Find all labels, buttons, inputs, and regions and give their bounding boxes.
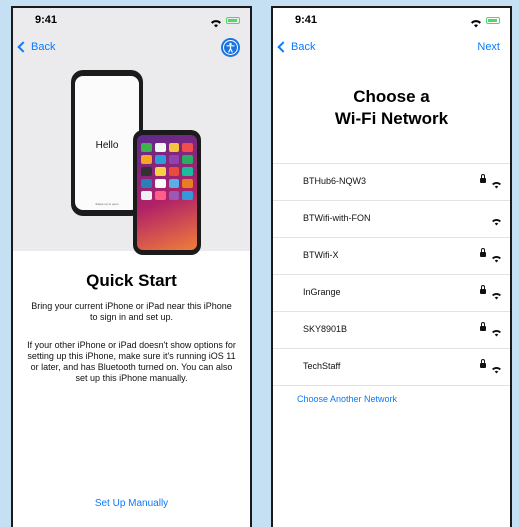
network-name: BTWifi-X xyxy=(303,250,339,260)
battery-icon xyxy=(226,17,240,24)
wifi-signal-icon xyxy=(491,324,502,342)
network-row[interactable]: BTWifi-X xyxy=(273,237,510,274)
back-button[interactable]: Back xyxy=(277,41,316,53)
instruction-text: Bring your current iPhone or iPad near t… xyxy=(31,301,232,322)
lock-icon xyxy=(480,322,486,331)
status-time: 9:41 xyxy=(295,14,318,26)
network-name: InGrange xyxy=(303,287,341,297)
wifi-signal-icon xyxy=(491,213,502,231)
lock-icon xyxy=(480,174,486,183)
hero-swipe-text: Swipe up to open xyxy=(95,202,119,206)
network-name: BTWifi-with-FON xyxy=(303,213,371,223)
lock-icon xyxy=(480,248,486,257)
status-bar: 9:41 xyxy=(273,8,510,34)
network-row[interactable]: SKY8901B xyxy=(273,311,510,348)
network-row[interactable]: InGrange xyxy=(273,274,510,311)
iphone-illustration-front xyxy=(133,130,201,255)
status-bar: 9:41 xyxy=(13,8,250,34)
network-row[interactable]: BTHub6-NQW3 xyxy=(273,163,510,200)
page-title-line1: Choose a xyxy=(353,87,430,106)
page-title: Choose a Wi-Fi Network xyxy=(273,86,510,130)
back-label: Back xyxy=(31,41,56,53)
wifi-signal-icon xyxy=(491,361,502,379)
accessibility-icon[interactable] xyxy=(221,38,240,57)
chevron-left-icon xyxy=(277,41,289,53)
network-name: BTHub6-NQW3 xyxy=(303,176,367,186)
nav-bar: Back Next xyxy=(273,38,510,58)
network-name: SKY8901B xyxy=(303,324,348,334)
back-label: Back xyxy=(291,41,316,53)
quick-start-screen: Hello Swipe up to open 9:41 Back Quick S… xyxy=(11,6,252,527)
hero-hello-text: Hello xyxy=(95,140,119,151)
page-title-line2: Wi-Fi Network xyxy=(334,109,449,128)
network-row[interactable]: BTWifi-with-FON xyxy=(273,200,510,237)
network-name: TechStaff xyxy=(303,361,341,371)
nav-bar: Back xyxy=(13,38,250,58)
next-button[interactable]: Next xyxy=(477,41,500,53)
back-button[interactable]: Back xyxy=(17,41,56,53)
wifi-signal-icon xyxy=(491,287,502,305)
choose-another-network-link[interactable]: Choose Another Network xyxy=(297,394,397,404)
home-screen-apps xyxy=(141,143,193,200)
chevron-left-icon xyxy=(17,41,29,53)
set-up-manually-button[interactable]: Set Up Manually xyxy=(13,498,250,509)
wifi-status-icon xyxy=(470,15,482,33)
wifi-signal-icon xyxy=(491,176,502,194)
page-title: Quick Start xyxy=(86,271,177,290)
status-time: 9:41 xyxy=(35,14,58,26)
wifi-status-icon xyxy=(210,15,222,33)
wifi-signal-icon xyxy=(491,250,502,268)
lock-icon xyxy=(480,285,486,294)
network-list: BTHub6-NQW3 BTWifi-with-FON BTWifi-X InG… xyxy=(273,163,510,386)
network-row[interactable]: TechStaff xyxy=(273,348,510,386)
help-text: If your other iPhone or iPad doesn't sho… xyxy=(27,340,236,383)
wifi-network-screen: 9:41 Back Next Choose a Wi-Fi Network BT… xyxy=(271,6,512,527)
battery-icon xyxy=(486,17,500,24)
lock-icon xyxy=(480,359,486,368)
